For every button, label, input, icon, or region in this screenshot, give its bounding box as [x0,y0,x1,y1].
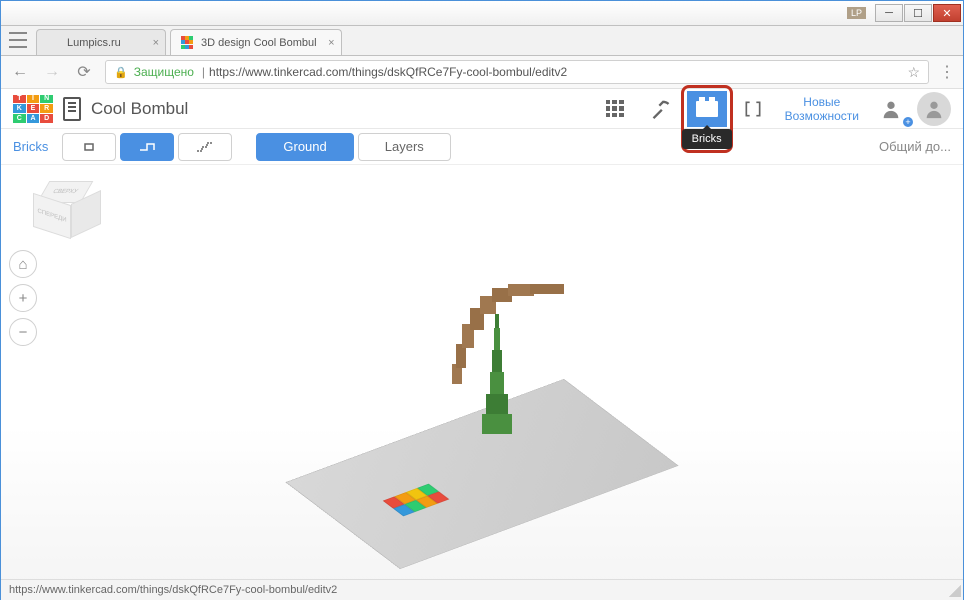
minimize-button[interactable]: ─ [875,4,903,22]
canvas-3d[interactable]: СВЕРХУ СПЕРЕДИ ⌂ + − [1,165,963,600]
toolbar: Bricks Ground Layers Общий до... [1,129,963,165]
address-bar: ← → ⟳ 🔒 Защищено | https://www.tinkercad… [1,56,963,89]
url-input[interactable]: 🔒 Защищено | https://www.tinkercad.com/t… [105,60,929,84]
viewcube[interactable]: СВЕРХУ СПЕРЕДИ [29,179,89,239]
status-url: https://www.tinkercad.com/things/dskQfRC… [9,584,337,596]
bricks-tooltip: Bricks [682,129,732,149]
tab-close-icon[interactable]: × [328,37,334,49]
home-view-button[interactable]: ⌂ [9,250,37,278]
tab-close-icon[interactable]: × [153,37,159,49]
resize-corner-icon[interactable] [949,585,961,597]
pickaxe-icon [651,99,671,119]
mode-standard-button[interactable] [595,91,635,127]
browser-tab[interactable]: 3D design Cool Bombul × [170,29,342,55]
reload-button[interactable]: ⟳ [73,61,95,83]
brick-icon [696,101,718,117]
brick-med-icon [137,140,157,154]
window-titlebar: LP ─ ☐ ✕ [1,1,963,26]
document-icon[interactable] [63,97,81,121]
browser-tab[interactable]: Lumpics.ru × [36,29,166,55]
zoom-in-button[interactable]: + [9,284,37,312]
browser-tabbar: Lumpics.ru × 3D design Cool Bombul × [1,26,963,56]
browser-menu-icon[interactable]: ⋮ [939,62,955,82]
brick-size-3x-button[interactable] [178,133,232,161]
nav-controls: ⌂ + − [9,250,37,346]
close-button[interactable]: ✕ [933,4,961,22]
maximize-button[interactable]: ☐ [904,4,932,22]
brown-arch [452,274,572,384]
secure-label: Защищено [134,65,194,79]
scene [292,254,672,554]
browser-window: LP ─ ☐ ✕ Lumpics.ru × 3D design Cool Bom… [0,0,964,600]
ground-button[interactable]: Ground [256,133,353,161]
brick-size-1x-button[interactable] [62,133,116,161]
statusbar: https://www.tinkercad.com/things/dskQfRC… [1,579,963,599]
favicon-icon [181,36,195,50]
avatar-icon [923,98,945,120]
brick-large-icon [195,140,215,154]
lp-badge: LP [847,7,866,19]
tab-title: Lumpics.ru [67,37,121,49]
forward-button[interactable]: → [41,61,63,83]
user-avatar[interactable] [917,92,951,126]
green-tower [482,314,512,434]
grid-icon [606,100,624,118]
add-collaborator-button[interactable]: + [871,91,911,127]
zoom-out-button[interactable]: − [9,318,37,346]
brick-small-icon [79,140,99,154]
person-icon [880,98,902,120]
project-title[interactable]: Cool Bombul [91,99,188,119]
new-features-link[interactable]: Новые Возможности [779,95,865,123]
back-button[interactable]: ← [9,61,31,83]
tinkercad-logo[interactable]: TINKERCAD [13,95,53,123]
code-blocks-button[interactable] [733,91,773,127]
share-label[interactable]: Общий до... [879,139,951,154]
bricks-label: Bricks [13,139,48,154]
url-text: https://www.tinkercad.com/things/dskQfRC… [209,65,567,79]
mode-bricks-button[interactable]: Bricks [687,91,727,127]
mode-minecraft-button[interactable] [641,91,681,127]
plus-badge-icon: + [903,117,913,127]
code-icon [743,99,763,119]
layers-button[interactable]: Layers [358,133,451,161]
bookmark-icon[interactable]: ☆ [907,64,920,81]
brick-size-2x-button[interactable] [120,133,174,161]
app-header: TINKERCAD Cool Bombul Bricks Новые Возмо… [1,89,963,129]
lock-icon: 🔒 [114,66,128,79]
url-separator: | [202,65,205,79]
tab-title: 3D design Cool Bombul [201,37,317,49]
hamburger-icon[interactable] [9,32,27,48]
favicon-icon [47,36,61,50]
